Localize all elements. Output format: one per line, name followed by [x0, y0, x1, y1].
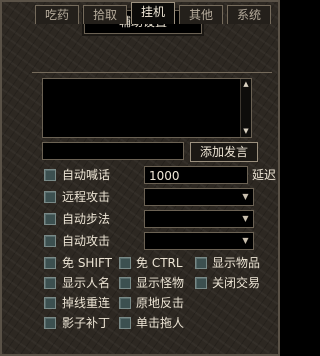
- show-monsters-checkbox[interactable]: [119, 277, 131, 289]
- show-items-checkbox[interactable]: [195, 257, 207, 269]
- tab-system[interactable]: 系统: [227, 5, 271, 24]
- tab-divider: [32, 72, 272, 73]
- auto-step-label: 自动步法: [62, 212, 111, 226]
- message-list-scrollbar[interactable]: ▲ ▼: [240, 79, 251, 137]
- auto-step-checkbox[interactable]: [44, 213, 56, 225]
- auto-shout-checkbox[interactable]: [44, 169, 56, 181]
- chevron-down-icon[interactable]: ▼: [241, 236, 250, 246]
- close-trade-label: 关闭交易: [212, 276, 261, 290]
- auto-attack-checkbox[interactable]: [44, 235, 56, 247]
- shout-delay-input[interactable]: 1000: [144, 166, 248, 184]
- no-shift-label: 免 SHIFT: [62, 256, 113, 270]
- shout-text-input[interactable]: [42, 142, 184, 160]
- show-names-checkbox[interactable]: [44, 277, 56, 289]
- no-shift-checkbox[interactable]: [44, 257, 56, 269]
- no-ctrl-label: 免 CTRL: [136, 256, 183, 270]
- show-names-label: 显示人名: [62, 276, 111, 290]
- tab-drugs[interactable]: 吃药: [35, 5, 79, 24]
- chevron-down-icon[interactable]: ▼: [241, 214, 250, 224]
- single-click-pull-checkbox[interactable]: [119, 317, 131, 329]
- single-click-pull-label: 单击拖人: [136, 316, 185, 330]
- auto-shout-label: 自动喊话: [62, 168, 111, 182]
- shout-delay-value: 1000: [149, 169, 180, 183]
- shadow-patch-checkbox[interactable]: [44, 317, 56, 329]
- shout-delay-unit: 延迟: [252, 168, 277, 182]
- counter-attack-checkbox[interactable]: [119, 297, 131, 309]
- assist-settings-window: 辅助设置 吃药 拾取 挂机 其他 系统 ▲ ▼ 添加发言 自动喊话 1000 延…: [0, 0, 280, 356]
- ranged-attack-label: 远程攻击: [62, 190, 111, 204]
- ranged-attack-checkbox[interactable]: [44, 191, 56, 203]
- add-shout-button[interactable]: 添加发言: [190, 142, 258, 162]
- tab-auto-hunt[interactable]: 挂机: [131, 2, 175, 24]
- auto-attack-label: 自动攻击: [62, 234, 111, 248]
- scroll-up-icon[interactable]: ▲: [241, 80, 251, 89]
- scroll-down-icon[interactable]: ▼: [241, 127, 251, 136]
- ranged-attack-dropdown[interactable]: ▼: [144, 188, 254, 206]
- auto-step-dropdown[interactable]: ▼: [144, 210, 254, 228]
- tab-pickup[interactable]: 拾取: [83, 5, 127, 24]
- chevron-down-icon[interactable]: ▼: [241, 192, 250, 202]
- reconnect-checkbox[interactable]: [44, 297, 56, 309]
- shadow-patch-label: 影子补丁: [62, 316, 111, 330]
- close-trade-checkbox[interactable]: [195, 277, 207, 289]
- counter-attack-label: 原地反击: [136, 296, 185, 310]
- show-monsters-label: 显示怪物: [136, 276, 185, 290]
- auto-attack-dropdown[interactable]: ▼: [144, 232, 254, 250]
- reconnect-label: 掉线重连: [62, 296, 111, 310]
- shout-message-list[interactable]: ▲ ▼: [42, 78, 252, 138]
- no-ctrl-checkbox[interactable]: [119, 257, 131, 269]
- show-items-label: 显示物品: [212, 256, 261, 270]
- tab-other[interactable]: 其他: [179, 5, 223, 24]
